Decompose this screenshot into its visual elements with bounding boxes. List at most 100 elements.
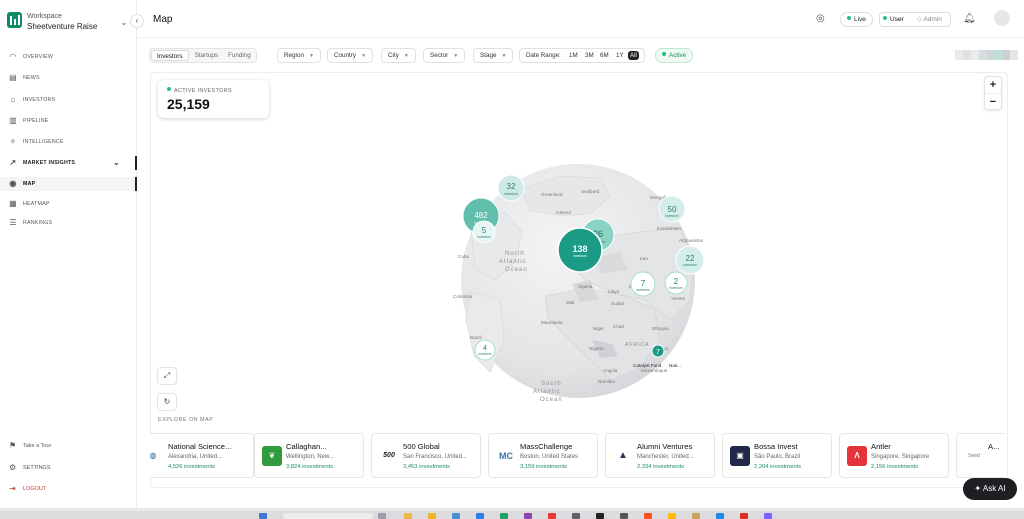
svg-text:138: 138 — [572, 244, 587, 254]
geo-label: Brazil — [470, 335, 482, 340]
mountain-logo-icon: ▲ — [618, 450, 628, 461]
investor-pin[interactable]: 7 — [651, 344, 665, 358]
taskbar-app-icon[interactable] — [500, 513, 508, 519]
cluster-marker[interactable]: 7 investors — [630, 271, 656, 297]
app-window: Workspace Sheetventure Raise ⌄ ◠ OVERVIE… — [0, 0, 1024, 508]
geo-label: Nigeria — [589, 346, 604, 351]
taskbar-app-icon[interactable] — [524, 513, 532, 519]
taskbar-app-icon[interactable] — [764, 513, 772, 519]
svg-text:investors: investors — [504, 192, 518, 196]
geo-label: Yemen — [671, 296, 686, 301]
geo-label: Greenland — [541, 192, 563, 197]
geo-label: Ocean — [540, 397, 563, 403]
os-taskbar — [0, 511, 1024, 519]
cluster-marker[interactable]: 2 investors — [664, 271, 688, 295]
geo-label: Mauritania — [541, 320, 563, 325]
expand-button[interactable]: ⤢ — [157, 367, 177, 385]
svg-text:50: 50 — [668, 205, 677, 214]
stat-value: 25,159 — [167, 96, 210, 112]
cluster-marker[interactable]: 22 investors — [675, 245, 705, 275]
svg-text:investors: investors — [479, 352, 492, 356]
cluster-marker[interactable]: 4 investors — [474, 339, 496, 361]
taskbar-app-icon[interactable] — [378, 513, 386, 519]
active-dot-icon — [167, 87, 171, 91]
svg-text:7: 7 — [641, 279, 646, 288]
geo-label: Ethiopia — [652, 326, 669, 331]
geo-label: Algeria — [578, 284, 593, 289]
ask-ai-button[interactable]: ✦ Ask AI — [963, 478, 1017, 500]
cluster-marker[interactable]: 5 investors — [472, 220, 496, 244]
zoom-out-button[interactable]: − — [985, 93, 1001, 109]
svg-text:22: 22 — [686, 254, 695, 263]
svg-text:32: 32 — [507, 182, 516, 191]
svg-text:482: 482 — [474, 211, 488, 220]
taskbar-app-icon[interactable] — [740, 513, 748, 519]
expand-icon: ⤢ — [163, 371, 171, 380]
cluster-marker[interactable]: 32 investors — [497, 174, 525, 202]
svg-text:7: 7 — [656, 349, 660, 356]
svg-text:investors: investors — [665, 214, 679, 218]
geo-label: Colombia — [453, 294, 473, 299]
investor-card[interactable]: Λ Antler Singapore, Singapore 2,156 inve… — [839, 433, 949, 478]
pin-label: Nair... — [669, 363, 681, 368]
svg-text:investors: investors — [669, 286, 683, 290]
geo-label: Sudan — [611, 301, 625, 306]
geo-label: Libya — [608, 289, 619, 294]
square-logo-icon: ▣ — [730, 446, 750, 466]
zoom-in-button[interactable]: + — [985, 77, 1001, 93]
stat-label: ACTIVE INVESTORS — [174, 88, 232, 94]
geo-label: Cuba — [458, 254, 469, 259]
svg-text:4: 4 — [483, 345, 487, 352]
globe-logo-icon: ◍ — [150, 446, 163, 466]
geo-label: Kazakhstan — [657, 226, 681, 231]
cluster-marker[interactable]: 138 investors — [557, 227, 603, 273]
taskbar-app-icon[interactable] — [404, 513, 412, 519]
svg-text:5: 5 — [482, 226, 487, 235]
taskbar-app-icon[interactable] — [476, 513, 484, 519]
geo-label: Svalbard — [581, 189, 600, 194]
investor-card[interactable]: ◍ National Science... Alexandria, United… — [150, 433, 254, 478]
pin-label: Catalyst Fund — [633, 363, 662, 368]
investor-card[interactable]: ❦ Callaghan... Wellington, New... 3,824 … — [254, 433, 364, 478]
taskbar-app-icon[interactable] — [452, 513, 460, 519]
investor-card[interactable]: MC MassChallenge Boston, United States 3… — [488, 433, 598, 478]
geo-label: Niger — [593, 326, 604, 331]
antler-logo-icon: Λ — [847, 446, 867, 466]
taskbar-app-icon[interactable] — [692, 513, 700, 519]
taskbar-app-icon[interactable] — [428, 513, 436, 519]
geo-label: North — [505, 251, 525, 257]
geo-label: Mali — [566, 300, 574, 305]
investor-card[interactable]: Seed A... — [956, 433, 1005, 478]
svg-text:investors: investors — [477, 235, 491, 239]
investor-cards: ◍ National Science... Alexandria, United… — [150, 433, 1005, 479]
investor-card[interactable]: 500 500 Global San Francisco, United... … — [371, 433, 481, 478]
investor-card[interactable]: ▲ Alumni Ventures Manchester, United... … — [605, 433, 715, 478]
taskbar-app-icon[interactable] — [716, 513, 724, 519]
brand-logo: MC — [499, 451, 513, 461]
geo-label: Ocean — [505, 267, 528, 273]
geo-label: Mozambique — [641, 368, 668, 373]
taskbar-app-icon[interactable] — [668, 513, 676, 519]
taskbar-app-icon[interactable] — [548, 513, 556, 519]
taskbar-app-icon[interactable] — [620, 513, 628, 519]
windows-start-icon[interactable] — [259, 513, 267, 519]
geo-label: Iceland — [556, 210, 571, 215]
geo-label: Chad — [613, 324, 624, 329]
taskbar-app-icon[interactable] — [596, 513, 604, 519]
geo-label: Atlantic — [533, 389, 561, 395]
investor-card[interactable]: ▣ Bossa Invest São Paulo, Brazil 2,204 i… — [722, 433, 832, 478]
brand-logo: Seed — [968, 453, 980, 459]
reset-view-button[interactable]: ↻ — [157, 393, 177, 411]
taskbar-app-icon[interactable] — [572, 513, 580, 519]
refresh-icon: ↻ — [163, 397, 171, 406]
brand-logo: 500 — [383, 452, 395, 459]
svg-text:investors: investors — [636, 288, 650, 292]
explore-label: EXPLORE ON MAP — [158, 417, 214, 423]
geo-label: Afghanistan — [679, 238, 704, 243]
geo-label: Atlantic — [499, 259, 527, 265]
cluster-marker[interactable]: 50 investors — [658, 195, 686, 223]
taskbar-search[interactable] — [283, 513, 373, 519]
svg-text:investors: investors — [683, 263, 697, 267]
leaf-logo-icon: ❦ — [262, 446, 282, 466]
taskbar-app-icon[interactable] — [644, 513, 652, 519]
